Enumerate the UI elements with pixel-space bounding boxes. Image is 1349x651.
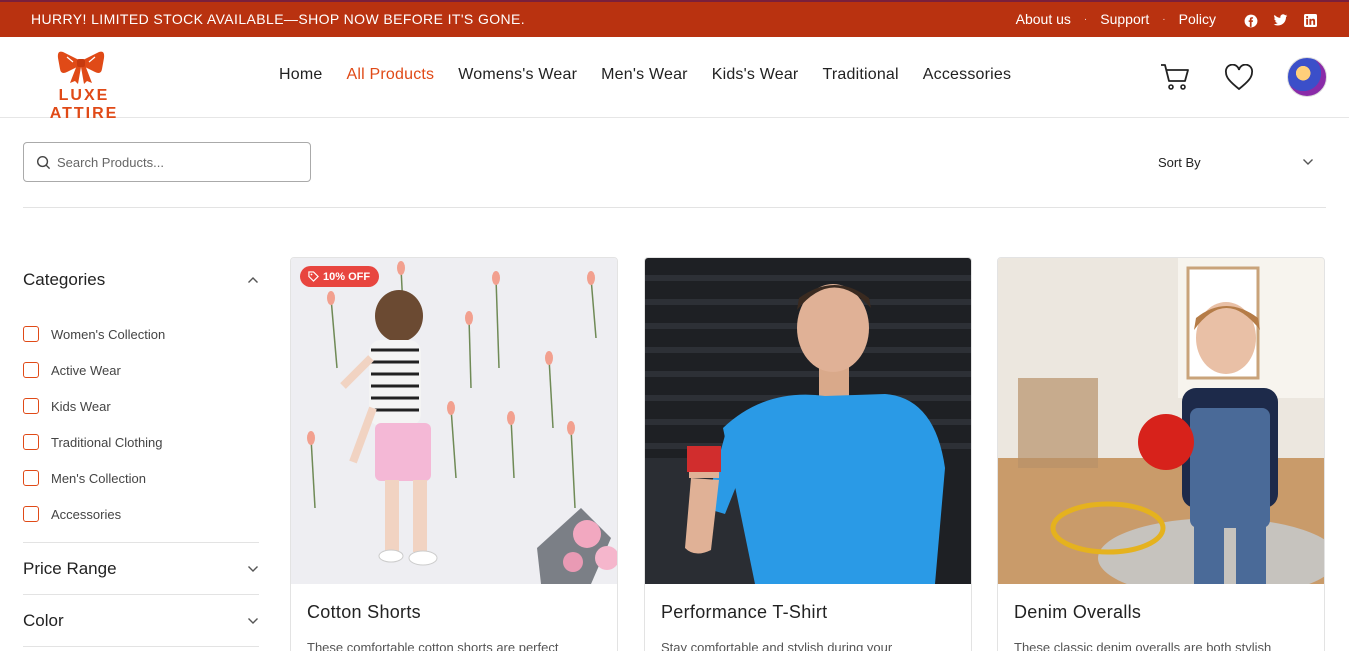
product-name[interactable]: Performance T-Shirt xyxy=(661,602,827,623)
category-label: Men's Collection xyxy=(51,470,146,486)
category-checkbox[interactable] xyxy=(23,470,39,486)
product-card-denim-overalls[interactable]: Denim Overalls These classic denim overa… xyxy=(997,257,1325,651)
link-separator: · xyxy=(1162,13,1166,25)
category-label: Traditional Clothing xyxy=(51,434,163,450)
chevron-down-icon xyxy=(248,617,258,624)
category-accessories[interactable]: Accessories xyxy=(23,496,259,532)
category-checkbox[interactable] xyxy=(23,506,39,522)
announcement-bar: HURRY! LIMITED STOCK AVAILABLE—SHOP NOW … xyxy=(0,0,1349,37)
product-card-performance-t-shirt[interactable]: Performance T-Shirt Stay comfortable and… xyxy=(644,257,972,651)
product-name[interactable]: Cotton Shorts xyxy=(307,602,421,623)
categories-header[interactable]: Categories xyxy=(23,256,259,304)
product-description: These comfortable cotton shorts are perf… xyxy=(307,640,559,651)
category-label: Active Wear xyxy=(51,362,121,378)
sort-label: Sort By xyxy=(1158,154,1201,170)
bow-icon xyxy=(57,51,105,84)
color-title: Color xyxy=(23,610,64,630)
facebook-icon[interactable] xyxy=(1243,13,1258,28)
nav-womens-wear[interactable]: Womens's Wear xyxy=(458,66,577,84)
nav-kids-wear[interactable]: Kids's Wear xyxy=(712,66,799,84)
price-range-title: Price Range xyxy=(23,558,117,578)
link-separator: · xyxy=(1083,13,1088,25)
product-card-cotton-shorts[interactable]: 10% OFF Cotton Shorts These comfortable … xyxy=(290,257,618,651)
discount-label: 10% OFF xyxy=(323,270,371,283)
chevron-up-icon xyxy=(248,277,258,283)
social-links xyxy=(1243,13,1318,28)
product-image[interactable] xyxy=(645,258,972,584)
policy-link[interactable]: Policy xyxy=(1179,11,1216,27)
announcement-message: HURRY! LIMITED STOCK AVAILABLE—SHOP NOW … xyxy=(31,11,526,27)
support-link[interactable]: Support xyxy=(1100,11,1149,27)
product-image[interactable] xyxy=(291,258,618,584)
nav-traditional[interactable]: Traditional xyxy=(822,66,898,84)
category-kids-wear[interactable]: Kids Wear xyxy=(23,388,259,424)
heart-icon[interactable] xyxy=(1223,61,1255,93)
category-label: Accessories xyxy=(51,506,122,522)
brand-name: LUXE ATTIRE xyxy=(49,87,119,122)
chevron-down-icon xyxy=(248,565,258,572)
category-checkbox[interactable] xyxy=(23,398,39,414)
search-input[interactable] xyxy=(57,154,297,170)
category-traditional-clothing[interactable]: Traditional Clothing xyxy=(23,424,259,460)
category-checkbox[interactable] xyxy=(23,434,39,450)
category-checkbox[interactable] xyxy=(23,362,39,378)
category-checkbox[interactable] xyxy=(23,326,39,342)
discount-badge: 10% OFF xyxy=(300,266,380,287)
categories-title: Categories xyxy=(23,270,106,289)
filter-sidebar: Categories Women's Collection Active Wea… xyxy=(23,256,259,647)
header-actions xyxy=(1127,57,1327,97)
brand-logo[interactable]: LUXE ATTIRE xyxy=(23,49,145,122)
avatar[interactable] xyxy=(1287,57,1327,97)
category-womens-collection[interactable]: Women's Collection xyxy=(23,316,259,352)
nav-all-products[interactable]: All Products xyxy=(346,66,434,84)
site-header: LUXE ATTIRE Home All Products Womens's W… xyxy=(0,37,1349,122)
category-list: Women's Collection Active Wear Kids Wear… xyxy=(23,316,259,532)
product-image[interactable] xyxy=(998,258,1325,584)
color-header[interactable]: Color xyxy=(23,595,259,647)
product-description: Stay comfortable and stylish during your xyxy=(661,640,893,651)
nav-mens-wear[interactable]: Men's Wear xyxy=(601,66,688,84)
twitter-icon[interactable] xyxy=(1273,13,1288,28)
product-description: These classic denim overalls are both st… xyxy=(1014,640,1272,651)
chevron-down-icon xyxy=(1303,159,1313,165)
price-range-header[interactable]: Price Range xyxy=(23,543,259,595)
product-name[interactable]: Denim Overalls xyxy=(1014,602,1141,623)
category-mens-collection[interactable]: Men's Collection xyxy=(23,460,259,496)
cart-icon[interactable] xyxy=(1159,61,1191,93)
category-active-wear[interactable]: Active Wear xyxy=(23,352,259,388)
search-box[interactable] xyxy=(23,142,311,182)
main-nav: Home All Products Womens's Wear Men's We… xyxy=(279,66,1035,84)
search-icon xyxy=(36,155,51,169)
top-links: About us · Support · Policy xyxy=(1016,11,1216,27)
about-us-link[interactable]: About us xyxy=(1016,11,1071,27)
nav-accessories[interactable]: Accessories xyxy=(923,66,1011,84)
category-label: Kids Wear xyxy=(51,398,111,414)
toolbar-divider xyxy=(23,207,1326,208)
nav-home[interactable]: Home xyxy=(279,66,322,84)
sort-dropdown[interactable]: Sort By xyxy=(1158,152,1314,172)
category-label: Women's Collection xyxy=(51,326,166,342)
linkedin-icon[interactable] xyxy=(1303,13,1318,28)
tag-icon xyxy=(308,271,319,282)
